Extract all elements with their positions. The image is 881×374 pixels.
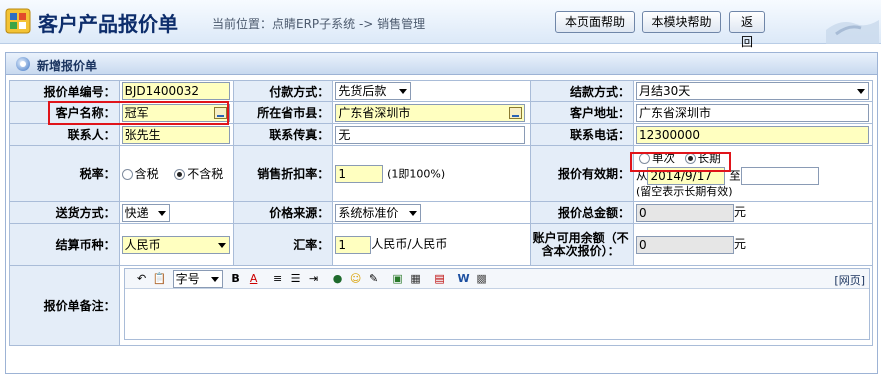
paste-icon[interactable]: 📋: [153, 272, 167, 286]
undo-icon[interactable]: ↶: [135, 272, 149, 286]
tax-excluded-label: 不含税: [187, 167, 224, 181]
remarks-textarea[interactable]: [124, 289, 869, 339]
price-source-label: 价格来源：: [232, 201, 334, 224]
delivery-label: 送货方式：: [9, 201, 120, 224]
settlement-method-value: 月结30天: [638, 84, 691, 98]
chevron-down-icon: [409, 210, 418, 216]
panel-bullet-icon: [16, 57, 30, 71]
validity-hint: (留空表示长期有效): [635, 184, 733, 198]
edit-icon[interactable]: ✎: [367, 272, 381, 286]
phone-input[interactable]: 12300000: [635, 125, 869, 144]
media-icon[interactable]: ▩: [475, 272, 489, 286]
tax-included-label: 含税: [134, 167, 159, 181]
customer-name-highlight: [48, 101, 229, 125]
chevron-down-icon: [210, 277, 219, 282]
page-title: 客户产品报价单: [38, 12, 178, 36]
ordered-list-icon[interactable]: ☰: [289, 272, 303, 286]
breadcrumb: 当前位置：点睛ERP子系统 -> 销售管理: [212, 17, 426, 31]
currency-select[interactable]: 人民币: [121, 235, 230, 254]
panel-header: 新增报价单: [6, 53, 877, 75]
emoticon-icon[interactable]: ☺: [349, 272, 363, 286]
module-help-button[interactable]: 本模块帮助: [642, 11, 721, 33]
quote-no-label: 报价单编号：: [9, 80, 120, 102]
font-size-select[interactable]: 字号: [172, 270, 223, 288]
payment-method-select[interactable]: 先货后款: [335, 82, 412, 100]
web-mode-toggle[interactable]: [网页]: [834, 272, 865, 288]
available-balance-input: 0: [635, 235, 734, 254]
globe-link-icon[interactable]: ●: [331, 272, 345, 286]
fax-label: 联系传真：: [232, 123, 334, 146]
chevron-down-icon: [856, 89, 865, 94]
tax-label: 税率：: [9, 145, 120, 202]
province-city-input[interactable]: 广东省深圳市: [335, 103, 526, 122]
remarks-label: 报价单备注：: [9, 265, 120, 346]
quote-no-input[interactable]: BJD1400032: [121, 82, 230, 100]
available-balance-label: 账户可用余额（不含本次报价）：: [530, 223, 634, 266]
exchange-rate-unit: 人民币/人民币: [371, 237, 448, 252]
tax-included-radio[interactable]: [121, 169, 133, 180]
chevron-down-icon: [157, 210, 166, 216]
app-logo-icon: [5, 8, 31, 34]
indent-icon[interactable]: ⇥: [307, 272, 321, 286]
phone-label: 联系电话：: [530, 123, 634, 146]
province-city-value: 广东省深圳市: [338, 105, 411, 120]
settlement-method-label: 结款方式：: [530, 80, 634, 102]
panel-title: 新增报价单: [37, 59, 98, 73]
remarks-editor: ↶ 📋 字号 B A ≡ ☰ ⇥ ● ☺ ✎ ▣ ▦ ▤ W ▩ [网页]: [123, 268, 870, 340]
customer-address-label: 客户地址：: [530, 101, 634, 124]
settlement-method-select[interactable]: 月结30天: [635, 82, 869, 100]
exchange-rate-input[interactable]: 1: [335, 235, 372, 254]
discount-input[interactable]: 1: [335, 164, 384, 183]
discount-hint: (1即100%): [387, 167, 446, 180]
new-quote-panel: 新增报价单 报价单编号： BJD1400032 付款方式： 先货后款 结款方式：…: [5, 52, 878, 374]
validity-to-input[interactable]: [740, 166, 819, 185]
province-city-label: 所在省市县：: [232, 101, 334, 124]
bold-icon[interactable]: B: [229, 272, 243, 286]
editor-toolbar: ↶ 📋 字号 B A ≡ ☰ ⇥ ● ☺ ✎ ▣ ▦ ▤ W ▩ [网页]: [124, 269, 869, 289]
total-label: 报价总金额：: [530, 201, 634, 224]
exchange-rate-label: 汇率：: [232, 223, 334, 266]
lookup-icon[interactable]: [509, 106, 523, 119]
discount-label: 销售折扣率：: [232, 145, 334, 202]
delivery-select[interactable]: 快递: [121, 203, 170, 222]
handshake-icon: [826, 20, 879, 44]
validity-label: 报价有效期：: [530, 145, 634, 202]
image-icon[interactable]: ▣: [391, 272, 405, 286]
chevron-down-icon: [217, 242, 226, 248]
delivery-value: 快递: [124, 205, 149, 220]
total-input: 0: [635, 203, 734, 222]
table-icon[interactable]: ▦: [409, 272, 423, 286]
word-icon[interactable]: W: [457, 272, 471, 286]
page-header: 客户产品报价单 当前位置：点睛ERP子系统 -> 销售管理 本页面帮助 本模块帮…: [0, 0, 881, 49]
price-source-select[interactable]: 系统标准价: [335, 203, 422, 222]
validity-type-highlight: [630, 152, 731, 172]
flash-icon[interactable]: ▤: [433, 272, 447, 286]
customer-address-input[interactable]: 广东省深圳市: [635, 103, 869, 122]
align-icon[interactable]: ≡: [271, 272, 285, 286]
font-color-icon[interactable]: A: [247, 272, 261, 286]
fax-input[interactable]: 无: [335, 125, 526, 144]
back-button[interactable]: 返回: [729, 11, 765, 49]
page-help-button[interactable]: 本页面帮助: [555, 11, 635, 33]
price-source-value: 系统标准价: [338, 205, 399, 220]
currency-value: 人民币: [124, 237, 161, 252]
total-unit: 元: [733, 205, 746, 220]
currency-label: 结算币种：: [9, 223, 120, 266]
font-size-label: 字号: [175, 272, 200, 286]
chevron-down-icon: [399, 89, 408, 94]
contact-input[interactable]: 张先生: [121, 125, 230, 144]
payment-method-value: 先货后款: [338, 84, 387, 98]
available-balance-unit: 元: [733, 237, 746, 252]
tax-excluded-radio[interactable]: [174, 169, 186, 180]
contact-label: 联系人：: [9, 123, 120, 146]
payment-method-label: 付款方式：: [232, 80, 334, 102]
